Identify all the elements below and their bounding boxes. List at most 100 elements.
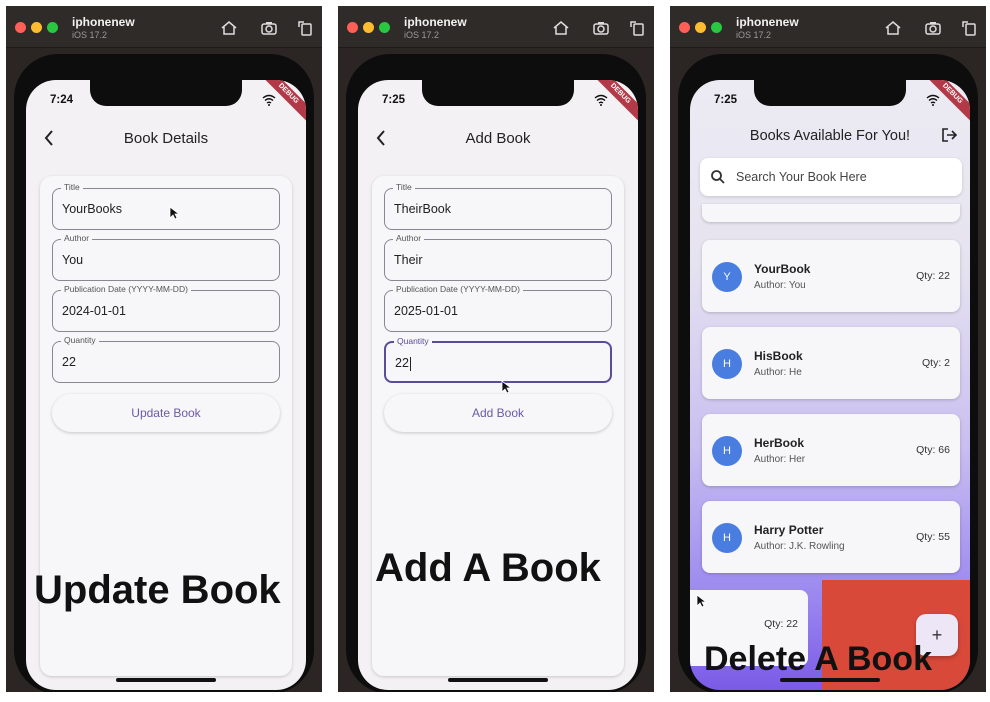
home-icon[interactable] [220, 19, 238, 37]
minimize-window-button[interactable] [695, 22, 706, 33]
field-label: Title [393, 182, 415, 192]
author-field[interactable]: Author Their [384, 233, 612, 281]
publication-date-field[interactable]: Publication Date (YYYY-MM-DD) 2025-01-01 [384, 284, 612, 332]
text-caret [409, 356, 411, 371]
field-label: Title [61, 182, 83, 192]
close-window-button[interactable] [347, 22, 358, 33]
field-value: Their [394, 253, 423, 267]
mouse-pointer-icon [501, 380, 511, 394]
search-icon [711, 170, 725, 184]
home-icon[interactable] [552, 19, 570, 37]
book-author: Author: Her [754, 454, 806, 465]
rotate-icon[interactable] [296, 19, 314, 37]
wifi-icon [926, 94, 940, 106]
publication-date-field[interactable]: Publication Date (YYYY-MM-DD) 2024-01-01 [52, 284, 280, 332]
simulator-title-bar: iphonenew iOS 17.2 [6, 6, 322, 48]
field-value: YourBooks [62, 202, 122, 216]
device-name: iphonenew [72, 15, 135, 29]
book-title: YourBook [754, 262, 811, 276]
home-indicator [116, 678, 216, 682]
phone-screen: 7:25 DEBUG Books Available For You! Sear… [690, 80, 970, 690]
wifi-icon [594, 94, 608, 106]
simulator-window-update: iphonenew iOS 17.2 7:24 DEBUG Book Detai… [6, 6, 322, 692]
add-book-button[interactable]: Add Book [384, 394, 612, 432]
close-window-button[interactable] [15, 22, 26, 33]
field-value: 22 [62, 355, 76, 369]
title-field[interactable]: Title YourBooks [52, 182, 280, 230]
form-card: Title TheirBook Author Their Publication… [372, 176, 624, 676]
home-indicator [448, 678, 548, 682]
book-quantity: Qty: 55 [916, 531, 950, 543]
status-time: 7:24 [50, 94, 74, 106]
book-title: Harry Potter [754, 523, 824, 537]
book-author: Author: J.K. Rowling [754, 541, 845, 552]
title-field[interactable]: Title TheirBook [384, 182, 612, 230]
field-label: Publication Date (YYYY-MM-DD) [393, 284, 523, 294]
book-quantity: Qty: 22 [764, 618, 798, 630]
os-version: iOS 17.2 [736, 30, 772, 40]
caption-text: Add A Book [375, 546, 601, 590]
minimize-window-button[interactable] [363, 22, 374, 33]
field-value: 2024-01-01 [62, 304, 126, 318]
home-icon[interactable] [884, 19, 902, 37]
field-label: Quantity [61, 335, 99, 345]
field-label: Author [393, 233, 425, 243]
simulator-window-add: iphonenew iOS 17.2 7:25 DEBUG Add Book T… [338, 6, 654, 692]
device-name: iphonenew [404, 15, 467, 29]
list-item[interactable] [702, 204, 960, 222]
field-value: 22 [395, 356, 411, 371]
logout-icon[interactable] [940, 126, 958, 144]
simulator-title-bar: iphonenew iOS 17.2 [670, 6, 986, 48]
zoom-window-button[interactable] [47, 22, 58, 33]
book-quantity: Qty: 2 [921, 357, 950, 369]
os-version: iOS 17.2 [404, 30, 440, 40]
rotate-icon[interactable] [628, 19, 646, 37]
book-title: HerBook [754, 436, 805, 450]
search-bar[interactable]: Search Your Book Here [700, 158, 962, 196]
phone-screen: 7:25 DEBUG Add Book Title TheirBook Auth… [358, 80, 638, 690]
book-quantity: Qty: 22 [916, 270, 950, 282]
book-author: Author: You [754, 280, 806, 291]
field-label: Author [61, 233, 93, 243]
book-list-item[interactable]: H HerBook Author: Her Qty: 66 [702, 414, 960, 486]
simulator-title-bar: iphonenew iOS 17.2 [338, 6, 654, 48]
quantity-field[interactable]: Quantity 22 [384, 336, 612, 383]
wifi-icon [262, 94, 276, 106]
book-avatar: H [712, 436, 742, 466]
zoom-window-button[interactable] [379, 22, 390, 33]
phone-notch [422, 80, 574, 106]
screenshot-icon[interactable] [924, 19, 942, 37]
book-avatar: H [712, 349, 742, 379]
phone-notch [90, 80, 242, 106]
update-book-button[interactable]: Update Book [52, 394, 280, 432]
book-list-item[interactable]: Y YourBook Author: You Qty: 22 [702, 240, 960, 312]
search-input[interactable]: Search Your Book Here [736, 170, 867, 184]
rotate-icon[interactable] [960, 19, 978, 37]
minimize-window-button[interactable] [31, 22, 42, 33]
field-label: Publication Date (YYYY-MM-DD) [61, 284, 191, 294]
status-time: 7:25 [382, 94, 406, 106]
simulator-window-list: iphonenew iOS 17.2 7:25 DEBUG Books Avai… [670, 6, 986, 692]
book-list-item[interactable]: H Harry Potter Author: J.K. Rowling Qty:… [702, 501, 960, 573]
caption-text: Delete A Book [704, 640, 932, 678]
book-list-item[interactable]: H HisBook Author: He Qty: 2 [702, 327, 960, 399]
book-quantity: Qty: 66 [916, 444, 950, 456]
book-title: HisBook [754, 349, 803, 363]
screenshot-icon[interactable] [592, 19, 610, 37]
quantity-field[interactable]: Quantity 22 [52, 335, 280, 383]
author-field[interactable]: Author You [52, 233, 280, 281]
page-title: Book Details [123, 130, 209, 147]
field-value: TheirBook [394, 202, 451, 216]
field-text: 22 [395, 356, 409, 370]
zoom-window-button[interactable] [711, 22, 722, 33]
field-label: Quantity [394, 336, 432, 346]
device-name: iphonenew [736, 15, 799, 29]
close-window-button[interactable] [679, 22, 690, 33]
caption-text: Update Book [34, 568, 281, 612]
book-author: Author: He [754, 367, 802, 378]
phone-notch [754, 80, 906, 106]
field-value: You [62, 253, 84, 267]
page-title: Add Book [465, 130, 531, 147]
screenshot-icon[interactable] [260, 19, 278, 37]
page-title: Books Available For You! [749, 128, 911, 144]
